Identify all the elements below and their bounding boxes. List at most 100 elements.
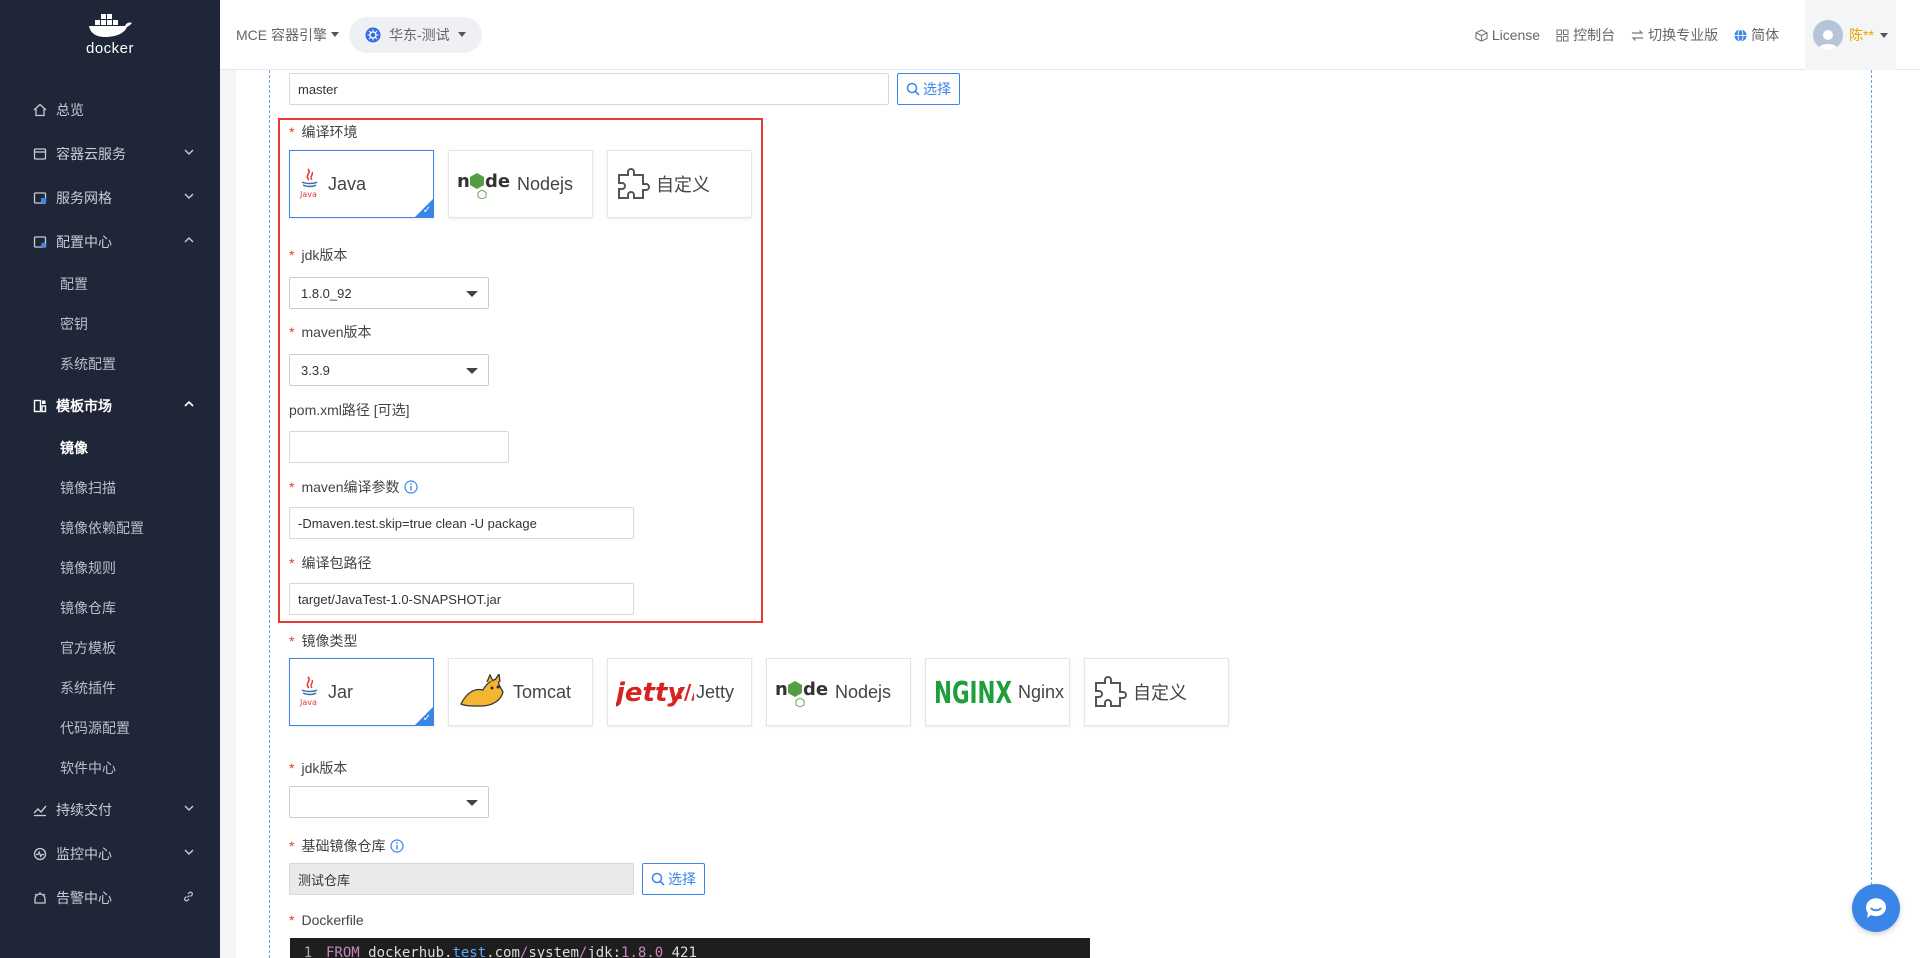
image-type-nodejs-card[interactable]: n de Nodejs <box>766 658 911 726</box>
svg-text:n: n <box>457 171 470 192</box>
container-icon <box>32 146 48 162</box>
switch-pro-link[interactable]: 切换专业版 <box>1631 25 1718 45</box>
code-token: test <box>452 945 487 958</box>
sidebar-subitem-image-repo[interactable]: 镜像仓库 <box>0 588 220 628</box>
caret-down-icon <box>466 800 478 806</box>
image-type-jar-card[interactable]: Java Jar ✓ <box>289 658 434 726</box>
base-repo-input[interactable]: 测试仓库 <box>289 863 634 895</box>
branch-select-button[interactable]: 选择 <box>897 73 960 105</box>
sidebar-subitem-config[interactable]: 配置 <box>0 264 220 304</box>
base-repo-label-text: 基础镜像仓库 <box>301 838 386 854</box>
avatar <box>1813 20 1844 50</box>
required-mark: * <box>289 479 295 495</box>
home-icon <box>32 102 48 118</box>
sidebar-item-alarm-center[interactable]: 告警中心 <box>0 876 220 920</box>
region-dropdown[interactable]: 华东-测试 <box>349 16 482 53</box>
branch-input[interactable]: master <box>289 73 889 105</box>
compile-env-nodejs-card[interactable]: n de Nodejs <box>448 150 593 218</box>
sidebar-item-container-cloud[interactable]: 容器云服务 <box>0 132 220 176</box>
sidebar-item-config-center[interactable]: 配置中心 <box>0 220 220 264</box>
sidebar-subitem-software-center[interactable]: 软件中心 <box>0 748 220 788</box>
svg-text:n: n <box>775 679 788 700</box>
image-type-jetty-card[interactable]: jetty :// Jetty <box>607 658 752 726</box>
package-path-label-text: 编译包路径 <box>301 555 372 571</box>
pom-path-input[interactable] <box>289 431 509 463</box>
required-mark: * <box>289 838 295 854</box>
sidebar-subitem-secret[interactable]: 密钥 <box>0 304 220 344</box>
svg-text:NGINX: NGINX <box>934 676 1012 709</box>
logo-text: docker <box>85 39 135 57</box>
sidebar-item-service-mesh[interactable]: 服务网格 <box>0 176 220 220</box>
dockerfile-editor[interactable]: 1 FROM dockerhub.test.com/system/jdk:1.8… <box>290 938 1090 958</box>
required-mark: * <box>289 912 295 928</box>
select-label: 选择 <box>923 81 951 97</box>
sidebar-subitem-system-plugins[interactable]: 系统插件 <box>0 668 220 708</box>
chat-support-button[interactable] <box>1852 884 1900 932</box>
required-mark: * <box>289 555 295 571</box>
card-label: 自定义 <box>656 175 710 195</box>
sidebar-subitem-official-templates[interactable]: 官方模板 <box>0 628 220 668</box>
base-repo-select-button[interactable]: 选择 <box>642 863 705 895</box>
chevron-down-icon <box>184 149 194 155</box>
code-token: .com <box>486 945 520 958</box>
info-icon[interactable] <box>404 480 419 494</box>
switch-pro-label: 切换专业版 <box>1648 27 1719 43</box>
base-repo-value: 测试仓库 <box>298 872 351 888</box>
jdk-version-value: 1.8.0_92 <box>301 285 352 301</box>
sidebar-item-overview[interactable]: 总览 <box>0 88 220 132</box>
maven-version-label-text: maven版本 <box>301 324 372 340</box>
template-icon <box>32 398 48 414</box>
user-icon <box>1818 30 1839 50</box>
license-link[interactable]: License <box>1475 27 1540 43</box>
sidebar-subitem-system-config[interactable]: 系统配置 <box>0 344 220 384</box>
maven-args-input[interactable]: -Dmaven.test.skip=true clean -U package <box>289 507 634 539</box>
java-icon: Java <box>299 168 318 199</box>
user-menu[interactable]: 陈** <box>1805 0 1896 70</box>
card-label: Jetty <box>696 681 735 702</box>
image-type-custom-card[interactable]: 自定义 <box>1084 658 1229 726</box>
image-jdk-version-select[interactable] <box>289 786 489 818</box>
sidebar-subitem-image-dependency[interactable]: 镜像依赖配置 <box>0 508 220 548</box>
maven-version-select[interactable]: 3.3.9 <box>289 354 489 386</box>
maven-version-label: * maven版本 <box>289 322 371 342</box>
image-type-tomcat-card[interactable]: Tomcat <box>448 658 593 726</box>
docker-logo[interactable]: docker <box>0 0 220 70</box>
alarm-icon <box>32 890 48 906</box>
image-type-label: * 镜像类型 <box>289 631 357 651</box>
card-label: 自定义 <box>1133 683 1187 703</box>
console-link[interactable]: 控制台 <box>1556 25 1615 45</box>
sidebar-subitem-image-rules[interactable]: 镜像规则 <box>0 548 220 588</box>
tomcat-icon <box>460 674 504 707</box>
config-icon <box>32 234 48 250</box>
sidebar-item-monitor-center[interactable]: 监控中心 <box>0 832 220 876</box>
jdk-version-select[interactable]: 1.8.0_92 <box>289 277 489 309</box>
language-link[interactable]: 简体 <box>1734 25 1779 45</box>
code-token: 1.8.0 <box>621 945 664 958</box>
dashed-border-left <box>269 70 270 958</box>
pom-path-label: pom.xml路径 [可选] <box>289 400 410 420</box>
compile-env-java-card[interactable]: Java Java ✓ <box>289 150 434 218</box>
image-type-nginx-card[interactable]: NGINX Nginx <box>925 658 1070 726</box>
compile-env-custom-card[interactable]: 自定义 <box>607 150 752 218</box>
sidebar-item-template-market[interactable]: 模板市场 <box>0 384 220 428</box>
required-mark: * <box>289 633 295 649</box>
sidebar-subitem-code-source[interactable]: 代码源配置 <box>0 708 220 748</box>
sidebar-subitem-image-scan[interactable]: 镜像扫描 <box>0 468 220 508</box>
sidebar-item-label: 监控中心 <box>56 846 112 862</box>
dockerfile-label: * Dockerfile <box>289 912 364 928</box>
globe-icon <box>1734 28 1747 42</box>
sidebar-item-continuous-delivery[interactable]: 持续交付 <box>0 788 220 832</box>
nodejs-logo-icon: n de <box>775 679 828 707</box>
sidebar-subitem-image[interactable]: 镜像 <box>0 428 220 468</box>
info-icon[interactable] <box>390 839 405 853</box>
maven-args-value: -Dmaven.test.skip=true clean -U package <box>298 515 537 531</box>
sidebar-item-label: 告警中心 <box>56 890 112 906</box>
maven-args-label-text: maven编译参数 <box>301 479 400 495</box>
card-label: Java <box>328 173 367 194</box>
engine-dropdown[interactable]: MCE 容器引擎 <box>236 25 339 45</box>
check-icon: ✓ <box>422 205 431 216</box>
package-path-input[interactable]: target/JavaTest-1.0-SNAPSHOT.jar <box>289 583 634 615</box>
grid-icon <box>1556 29 1569 41</box>
license-label: License <box>1491 27 1541 43</box>
dashed-border-right <box>1871 70 1872 890</box>
